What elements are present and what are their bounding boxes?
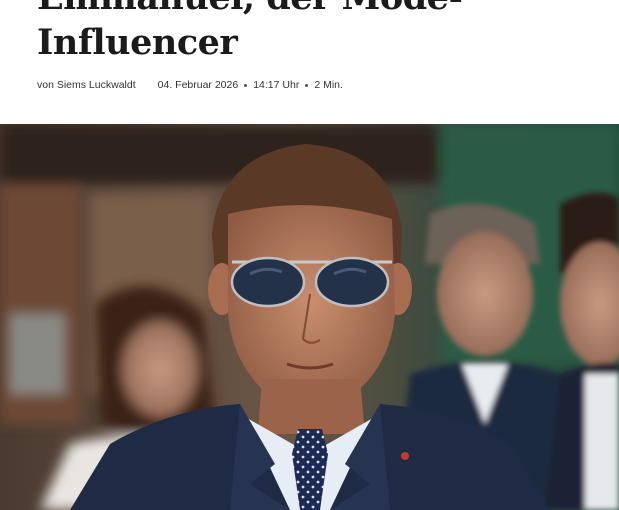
dot-separator	[244, 83, 248, 87]
article-title-line-1: Emmanuel, der Mode-	[37, 0, 463, 18]
byline: von Siems Luckwaldt 04. Februar 2026 14:…	[37, 78, 343, 92]
publish-date: 04. Februar 2026	[157, 79, 239, 91]
publish-time: 14:17 Uhr	[253, 79, 300, 91]
article-title-line-2: Influencer	[37, 22, 238, 63]
article-header: Emmanuel, der Mode- Influencer von Siems…	[0, 0, 619, 124]
read-time: 2 Min.	[314, 79, 343, 91]
author-link[interactable]: von Siems Luckwaldt	[37, 79, 136, 91]
hero-photo-illustration	[0, 124, 619, 510]
dot-separator	[305, 83, 309, 87]
hero-photo[interactable]	[0, 124, 619, 510]
